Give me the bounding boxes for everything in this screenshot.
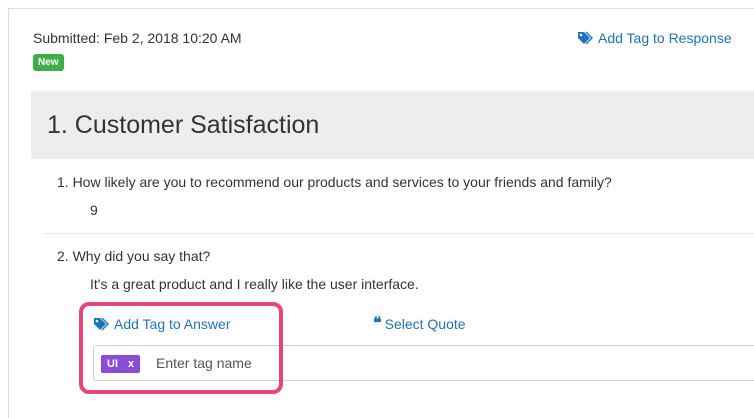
quote-icon: ❝ xyxy=(373,315,382,332)
tag-icon xyxy=(93,317,109,331)
question-divider xyxy=(43,233,754,234)
status-badge: New xyxy=(33,54,64,71)
tag-chip-label: UI xyxy=(107,358,118,370)
tag-chip-remove-button[interactable]: x xyxy=(128,355,134,373)
submitted-timestamp: Submitted: Feb 2, 2018 10:20 AM xyxy=(33,30,242,46)
add-tag-to-response-label: Add Tag to Response xyxy=(598,30,732,46)
tag-input-field[interactable]: UI x xyxy=(93,345,754,381)
question-2-text: 2. Why did you say that? xyxy=(57,248,211,264)
tag-icon xyxy=(577,31,593,45)
select-quote-link[interactable]: ❝ Select Quote xyxy=(373,315,466,333)
add-tag-to-answer-label: Add Tag to Answer xyxy=(114,316,231,332)
question-1-answer: 9 xyxy=(90,202,98,218)
add-tag-to-answer-link[interactable]: Add Tag to Answer xyxy=(93,316,230,332)
add-tag-to-response-link[interactable]: Add Tag to Response xyxy=(577,30,732,46)
question-1-text: 1. How likely are you to recommend our p… xyxy=(57,174,612,190)
select-quote-label: Select Quote xyxy=(384,316,466,332)
tag-chip-ui: UI x xyxy=(101,355,141,373)
section-header: 1. Customer Satisfaction xyxy=(31,91,754,159)
tag-name-input[interactable] xyxy=(156,352,356,374)
question-2-answer: It's a great product and I really like t… xyxy=(90,276,419,292)
section-title: 1. Customer Satisfaction xyxy=(47,111,320,139)
